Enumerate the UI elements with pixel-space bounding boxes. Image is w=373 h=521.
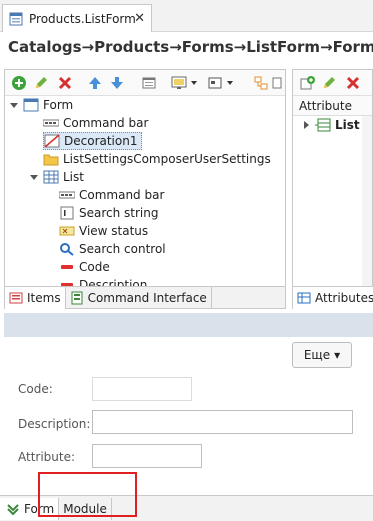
tree-node-label: Decoration1 (64, 134, 138, 148)
tree-node-label: Form (43, 98, 74, 112)
column-header-label: Attribute (299, 98, 352, 113)
tree-node-label: View status (79, 224, 149, 238)
search-string-icon (59, 206, 75, 220)
chevron-down-icon: ▾ (334, 348, 341, 362)
attribute-label: List (335, 118, 360, 132)
attributes-toolbar (293, 70, 372, 96)
form-icon (23, 98, 39, 112)
edit-icon[interactable] (33, 75, 49, 91)
tab-items[interactable]: Items (5, 287, 66, 309)
attribute-row-list[interactable]: List (301, 116, 360, 134)
expand-toggle-icon[interactable] (9, 100, 19, 110)
tree-node-search-control[interactable]: Search control (59, 240, 166, 258)
tree-node-search-string[interactable]: Search string (59, 204, 159, 222)
form-preview: Еще ▾ Code: Description: Attribute: (4, 337, 373, 492)
items-toolbar (5, 70, 285, 96)
editor-tab-bar: Products.ListForm ✕ (0, 0, 373, 32)
delete-icon[interactable] (345, 75, 361, 91)
description-field[interactable] (92, 410, 353, 434)
tree-node-view-status[interactable]: View status (59, 222, 148, 240)
attributes-pane: Attribute List Attributes (292, 69, 373, 309)
tree-node-label: Command bar (79, 188, 165, 202)
breadcrumb: Catalogs→Products→Forms→ListForm→Form (8, 38, 373, 56)
expand-toggle-icon[interactable] (29, 172, 39, 182)
items-pane-tabs: Items Command Interface (5, 286, 285, 309)
add-icon[interactable] (11, 75, 27, 91)
chevron-right-icon[interactable] (301, 120, 311, 130)
tree-node-code[interactable]: Code (59, 258, 110, 276)
tree-node-decoration1[interactable]: Decoration1 (43, 132, 143, 150)
tree-node-label: List (63, 170, 84, 184)
more-actions-button[interactable]: Еще ▾ (292, 342, 352, 368)
tree-node-label: Code (79, 260, 110, 274)
tree-node-label: Description (79, 278, 148, 286)
folder-icon (43, 152, 59, 166)
tab-label: Attributes (315, 291, 373, 305)
more-icon[interactable] (271, 75, 283, 91)
tab-attributes[interactable]: Attributes (293, 287, 373, 309)
close-icon[interactable]: ✕ (134, 11, 145, 26)
field-icon (59, 260, 75, 274)
attributes-icon (297, 292, 311, 304)
form-preview-icon[interactable] (171, 75, 187, 91)
tree-node-list-command-bar[interactable]: Command bar (59, 186, 164, 204)
chevron-down-icon[interactable] (225, 75, 235, 91)
tree-node-list-settings[interactable]: ListSettingsComposerUserSettings (43, 150, 271, 168)
tree-node-form[interactable]: Form (9, 96, 73, 114)
items-pane: Form Command bar Decoration1 ListSetting… (4, 69, 286, 309)
move-down-icon[interactable] (109, 75, 125, 91)
hierarchy-icon[interactable] (253, 75, 269, 91)
code-label: Code: (18, 382, 53, 396)
attribute-label: Attribute: (18, 450, 76, 464)
edit-icon[interactable] (321, 75, 337, 91)
tree-node-label: Search control (79, 242, 166, 256)
description-label: Description: (18, 417, 91, 431)
form-icon (9, 12, 23, 25)
tree-node-label: ListSettingsComposerUserSettings (63, 152, 271, 166)
tree-node-description[interactable]: Description (59, 276, 147, 286)
form-preview-header (4, 313, 373, 337)
more-button-label: Еще (303, 348, 331, 362)
items-icon (9, 292, 23, 304)
tab-label: Command Interface (87, 291, 207, 305)
command-interface-icon (71, 291, 83, 305)
attributes-pane-tabs: Attributes (293, 286, 373, 309)
tab-command-interface[interactable]: Command Interface (66, 287, 212, 309)
window-icon[interactable] (207, 75, 223, 91)
view-status-icon (59, 224, 75, 238)
form-mode-icon (7, 503, 19, 515)
vertical-scrollbar[interactable] (362, 116, 372, 286)
command-bar-icon (59, 188, 75, 202)
field-icon (59, 278, 75, 286)
delete-icon[interactable] (57, 75, 73, 91)
table-icon (43, 170, 59, 184)
move-up-icon[interactable] (87, 75, 103, 91)
tab-label: Items (27, 291, 61, 305)
attribute-column-header[interactable]: Attribute (293, 96, 372, 116)
list-view-icon[interactable] (141, 75, 157, 91)
dynamic-list-icon (315, 118, 331, 132)
search-control-icon (59, 242, 75, 256)
tree-node-label: Search string (79, 206, 159, 220)
highlight-box (38, 472, 137, 517)
items-tree: Form Command bar Decoration1 ListSetting… (5, 96, 285, 286)
tab-title: Products.ListForm (29, 11, 136, 26)
tree-node-command-bar[interactable]: Command bar (43, 114, 148, 132)
code-field[interactable] (92, 377, 192, 401)
add-attribute-icon[interactable] (299, 75, 315, 91)
chevron-down-icon[interactable] (189, 75, 199, 91)
decoration-icon (44, 134, 60, 148)
tab-products-listform[interactable]: Products.ListForm ✕ (2, 4, 152, 32)
tree-node-label: Command bar (63, 116, 149, 130)
command-bar-icon (43, 116, 59, 130)
tree-node-list[interactable]: List (29, 168, 84, 186)
attribute-field[interactable] (92, 444, 202, 468)
